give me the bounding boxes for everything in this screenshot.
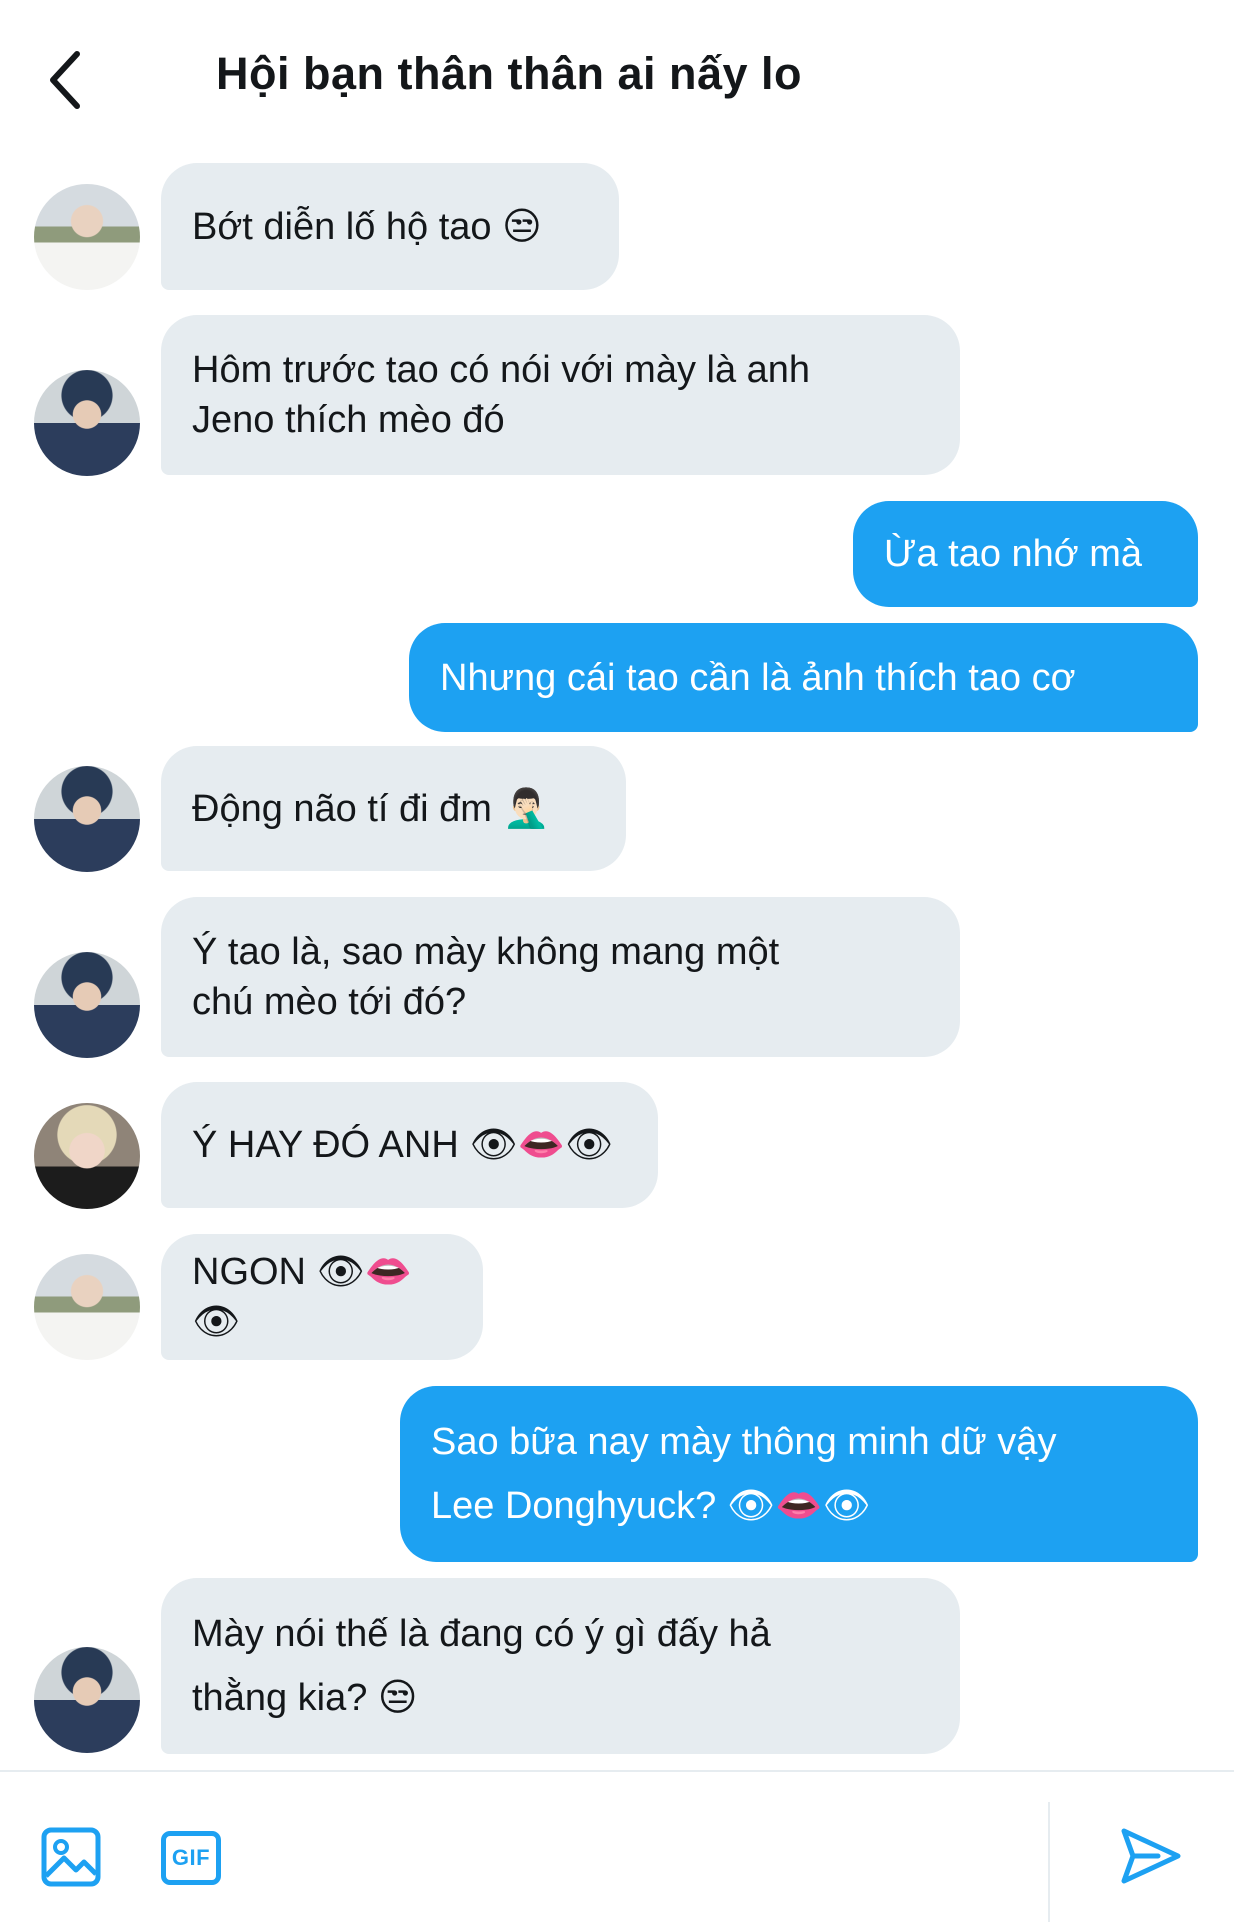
avatar[interactable] bbox=[34, 1254, 140, 1360]
gif-icon: GIF bbox=[161, 1831, 221, 1885]
message-bubble[interactable]: Sao bữa nay mày thông minh dữ vậy Lee Do… bbox=[400, 1386, 1198, 1562]
message-bubble[interactable]: Động não tí đi đm 🤦🏻‍♂️ bbox=[161, 746, 626, 871]
send-button[interactable] bbox=[1115, 1820, 1187, 1892]
message-text: Ý tao là, sao mày không mang một chú mèo… bbox=[192, 931, 780, 1023]
avatar[interactable] bbox=[34, 952, 140, 1058]
message-list: Bớt diễn lố hộ tao 😒 Hôm trước tao có nó… bbox=[0, 0, 1234, 1770]
message-bubble[interactable]: Ý tao là, sao mày không mang một chú mèo… bbox=[161, 897, 960, 1057]
message-text: Hôm trước tao có nói với mày là anh Jeno… bbox=[192, 349, 811, 441]
message-text: Ừa tao nhớ mà bbox=[884, 533, 1143, 575]
message-bubble[interactable]: Nhưng cái tao cần là ảnh thích tao cơ bbox=[409, 623, 1198, 732]
message-bubble[interactable]: Mày nói thế là đang có ý gì đấy hả thằng… bbox=[161, 1578, 960, 1754]
divider bbox=[1048, 1802, 1050, 1922]
message-bubble[interactable]: Ý HAY ĐÓ ANH 👁👄👁 bbox=[161, 1082, 658, 1208]
send-icon bbox=[1121, 1828, 1181, 1884]
message-bubble[interactable]: Ừa tao nhớ mà bbox=[853, 501, 1198, 607]
avatar[interactable] bbox=[34, 1647, 140, 1753]
add-gif-button[interactable]: GIF bbox=[157, 1827, 225, 1889]
avatar[interactable] bbox=[34, 184, 140, 290]
message-text: Mày nói thế là đang có ý gì đấy hả thằng… bbox=[192, 1613, 771, 1719]
message-text: Động não tí đi đm 🤦🏻‍♂️ bbox=[192, 787, 550, 830]
message-text: Nhưng cái tao cần là ảnh thích tao cơ bbox=[440, 656, 1076, 699]
gif-label: GIF bbox=[171, 1845, 211, 1870]
message-text: Sao bữa nay mày thông minh dữ vậy Lee Do… bbox=[431, 1421, 1057, 1527]
avatar[interactable] bbox=[34, 370, 140, 476]
message-bubble[interactable]: Hôm trước tao có nói với mày là anh Jeno… bbox=[161, 315, 960, 475]
message-text: NGON 👁👄👁 bbox=[192, 1251, 413, 1343]
avatar[interactable] bbox=[34, 766, 140, 872]
compose-bar: GIF bbox=[0, 1770, 1234, 1922]
message-bubble[interactable]: NGON 👁👄👁 bbox=[161, 1234, 483, 1360]
image-icon bbox=[41, 1827, 101, 1887]
avatar[interactable] bbox=[34, 1103, 140, 1209]
message-bubble[interactable]: Bớt diễn lố hộ tao 😒 bbox=[161, 163, 619, 290]
add-photo-button[interactable] bbox=[38, 1824, 104, 1890]
message-text: Ý HAY ĐÓ ANH 👁👄👁 bbox=[192, 1124, 614, 1166]
message-text: Bớt diễn lố hộ tao 😒 bbox=[192, 205, 542, 248]
